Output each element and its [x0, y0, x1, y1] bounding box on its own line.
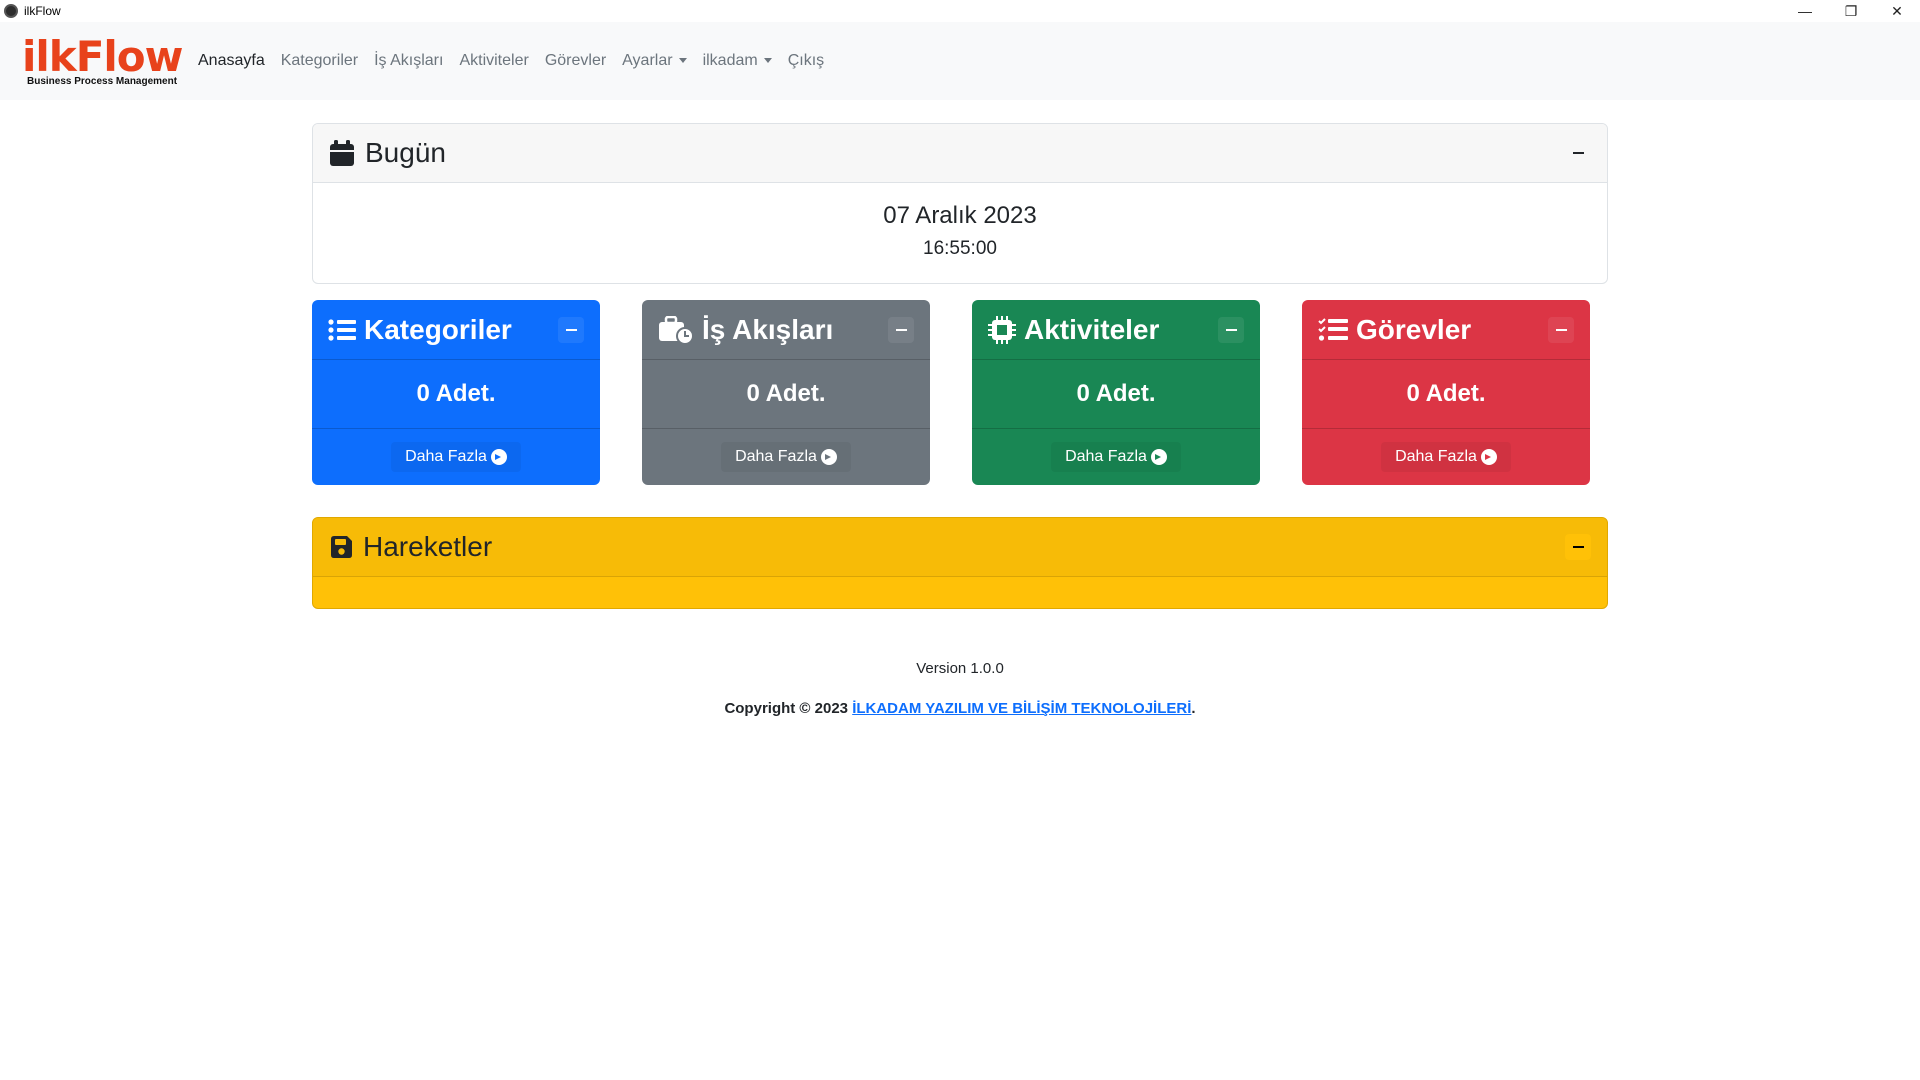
more-label: Daha Fazla: [1065, 448, 1147, 465]
stat-card-header: Kategoriler: [312, 300, 600, 360]
today-time: 16:55:00: [923, 238, 997, 259]
app-version: Version 1.0.0: [916, 660, 1004, 677]
stat-collapse-button[interactable]: [888, 317, 914, 343]
copyright: Copyright © 2023 İLKADAM YAZILIM VE BİLİ…: [0, 700, 1920, 717]
stat-count: 0 Adet.: [642, 360, 930, 429]
movements-collapse-button[interactable]: [1565, 534, 1591, 560]
stat-footer: Daha Fazla: [972, 429, 1260, 485]
stat-card-categories: Kategoriler 0 Adet. Daha Fazla: [312, 300, 600, 485]
nav-item-logout[interactable]: Çıkış: [788, 52, 824, 70]
nav-item-home[interactable]: Anasayfa: [198, 52, 265, 70]
floppy-disk-icon: [329, 535, 353, 559]
window-titlebar: ilkFlow — ❐ ✕: [0, 0, 1920, 22]
nav-item-settings-dropdown[interactable]: Ayarlar: [622, 52, 687, 70]
caret-down-icon: [678, 58, 687, 64]
nav-item-categories[interactable]: Kategoriler: [281, 52, 358, 70]
more-label: Daha Fazla: [735, 448, 817, 465]
stat-card-activities: Aktiviteler 0 Adet. Daha Fazla: [972, 300, 1260, 485]
nav-item-tasks[interactable]: Görevler: [545, 52, 606, 70]
more-button[interactable]: Daha Fazla: [1381, 442, 1511, 472]
microchip-icon: [988, 315, 1016, 344]
more-label: Daha Fazla: [405, 448, 487, 465]
arrow-circle-right-icon: [820, 449, 837, 465]
stat-count: 0 Adet.: [972, 360, 1260, 429]
today-card-title: Bugün: [365, 137, 446, 168]
today-card: Bugün 07 Aralık 2023 16:55:00: [312, 123, 1608, 284]
brand-name: ilkFlow: [22, 32, 183, 81]
more-label: Daha Fazla: [1395, 448, 1477, 465]
movements-title: Hareketler: [363, 531, 493, 562]
more-button[interactable]: Daha Fazla: [391, 442, 521, 472]
brand-logo[interactable]: ilkFlow Business Process Management: [22, 32, 183, 88]
maximize-button[interactable]: ❐: [1828, 0, 1874, 22]
more-button[interactable]: Daha Fazla: [1051, 442, 1181, 472]
stat-card-workflows: İş Akışları 0 Adet. Daha Fazla: [642, 300, 930, 485]
nav-item-activities[interactable]: Aktiviteler: [459, 52, 528, 70]
stat-collapse-button[interactable]: [1548, 317, 1574, 343]
stat-collapse-button[interactable]: [558, 317, 584, 343]
minus-icon: [1225, 329, 1237, 331]
stat-footer: Daha Fazla: [312, 429, 600, 485]
navbar: ilkFlow Business Process Management Anas…: [0, 22, 1920, 100]
briefcase-clock-icon: [658, 315, 694, 344]
stat-title: İş Akışları: [702, 313, 834, 345]
minus-icon: [1572, 546, 1584, 548]
stat-card-tasks: Görevler 0 Adet. Daha Fazla: [1302, 300, 1590, 485]
nav-item-user-label: ilkadam: [702, 52, 758, 69]
movements-card: Hareketler: [312, 517, 1608, 609]
stat-collapse-button[interactable]: [1218, 317, 1244, 343]
stat-card-header: İş Akışları: [642, 300, 930, 360]
movements-card-header: Hareketler: [313, 518, 1607, 577]
stat-footer: Daha Fazla: [1302, 429, 1590, 485]
stat-count: 0 Adet.: [1302, 360, 1590, 429]
copyright-prefix: Copyright © 2023: [724, 700, 853, 717]
list-check-icon: [1318, 317, 1348, 342]
company-link[interactable]: İLKADAM YAZILIM VE BİLİŞİM TEKNOLOJİLERİ: [852, 700, 1191, 717]
nav-item-user-dropdown[interactable]: ilkadam: [703, 52, 772, 70]
today-date: 07 Aralık 2023: [883, 202, 1037, 229]
stat-title: Kategoriler: [364, 313, 512, 345]
minimize-button[interactable]: —: [1782, 0, 1828, 22]
today-card-header: Bugün: [313, 124, 1607, 183]
nav-item-settings-label: Ayarlar: [622, 52, 673, 69]
minus-icon: [565, 329, 577, 331]
arrow-circle-right-icon: [490, 449, 507, 465]
stat-count: 0 Adet.: [312, 360, 600, 429]
window-title: ilkFlow: [24, 4, 61, 18]
brand-subtitle: Business Process Management: [27, 76, 178, 87]
stat-title: Aktiviteler: [1024, 313, 1160, 345]
list-icon: [328, 318, 356, 342]
copyright-suffix: .: [1191, 700, 1196, 717]
nav-menu: Anasayfa Kategoriler İş Akışları Aktivit…: [198, 52, 840, 70]
arrow-circle-right-icon: [1480, 449, 1497, 465]
nav-item-workflows[interactable]: İş Akışları: [374, 52, 443, 70]
stat-footer: Daha Fazla: [642, 429, 930, 485]
more-button[interactable]: Daha Fazla: [721, 442, 851, 472]
caret-down-icon: [763, 58, 772, 64]
app-icon: [4, 4, 18, 18]
today-collapse-button[interactable]: [1565, 140, 1591, 166]
minus-icon: [1572, 152, 1584, 154]
stat-card-header: Görevler: [1302, 300, 1590, 360]
calendar-icon: [329, 139, 355, 167]
minus-icon: [1555, 329, 1567, 331]
minus-icon: [895, 329, 907, 331]
arrow-circle-right-icon: [1150, 449, 1167, 465]
close-button[interactable]: ✕: [1874, 0, 1920, 22]
stat-title: Görevler: [1356, 313, 1472, 345]
stat-card-header: Aktiviteler: [972, 300, 1260, 360]
